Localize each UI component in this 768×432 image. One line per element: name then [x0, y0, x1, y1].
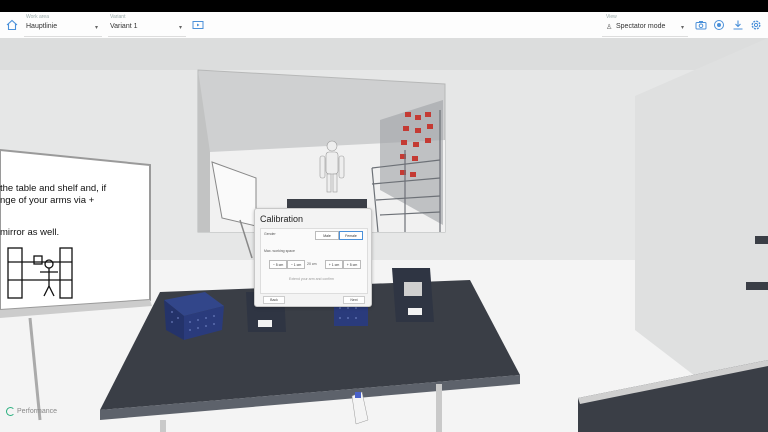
- gender-option-male[interactable]: Male: [315, 231, 339, 240]
- vr-scene[interactable]: the table and shelf and, if nge of your …: [0, 38, 768, 432]
- workspace-label: Max. working space: [264, 249, 295, 253]
- chevron-down-icon: ▾: [178, 25, 182, 31]
- chevron-down-icon: ▾: [94, 25, 98, 31]
- gender-option-female[interactable]: Female: [339, 231, 363, 240]
- whiteboard-text-2: nge of your arms via +: [0, 195, 95, 206]
- home-icon[interactable]: [3, 16, 21, 34]
- calibration-body: Gender Male Female Max. working space − …: [260, 228, 368, 294]
- increase-1-button[interactable]: + 1 cm: [325, 260, 343, 269]
- chevron-down-icon: ▾: [680, 25, 684, 31]
- workcell-value: Hauptlinie: [26, 23, 58, 30]
- variant-value: Variant 1: [110, 23, 138, 30]
- workcell-select[interactable]: Work area Hauptlinie ▾: [24, 14, 102, 37]
- view-value: Spectator mode: [616, 23, 666, 30]
- gear-icon[interactable]: [747, 16, 765, 34]
- back-button[interactable]: Back: [263, 296, 285, 304]
- next-button[interactable]: Next: [343, 296, 365, 304]
- scene-render: [0, 38, 768, 432]
- person-icon: ♙: [606, 24, 613, 31]
- download-icon[interactable]: [729, 16, 747, 34]
- decrease-1-button[interactable]: − 1 cm: [287, 260, 305, 269]
- brand-logo-icon: [6, 407, 15, 416]
- screen-icon[interactable]: [189, 16, 207, 34]
- top-strip: [0, 0, 768, 12]
- increase-5-button[interactable]: + 5 cm: [343, 260, 361, 269]
- brand-name: Performance: [17, 408, 58, 415]
- decrease-5-button[interactable]: − 5 cm: [269, 260, 287, 269]
- view-select[interactable]: View ♙ Spectator mode ▾: [602, 14, 688, 37]
- workspace-value: 20 cm: [307, 262, 317, 266]
- toolbar: Work area Hauptlinie ▾ Variant Variant 1…: [0, 12, 768, 39]
- brand-badge: Performance: [6, 407, 57, 416]
- camera-icon[interactable]: [692, 16, 710, 34]
- whiteboard-text-1: the table and shelf and, if: [0, 183, 107, 194]
- gender-label: Gender: [264, 232, 276, 236]
- view-label: View: [606, 14, 617, 20]
- calibration-hint: Extend your arm and confirm: [289, 277, 334, 281]
- variant-select[interactable]: Variant Variant 1 ▾: [108, 14, 186, 37]
- whiteboard-text-3: mirror as well.: [0, 227, 60, 238]
- variant-label: Variant: [110, 14, 126, 20]
- workcell-label: Work area: [26, 14, 49, 20]
- calibration-panel: Calibration Gender Male Female Max. work…: [254, 208, 372, 307]
- record-icon[interactable]: [710, 16, 728, 34]
- calibration-title: Calibration: [260, 214, 304, 224]
